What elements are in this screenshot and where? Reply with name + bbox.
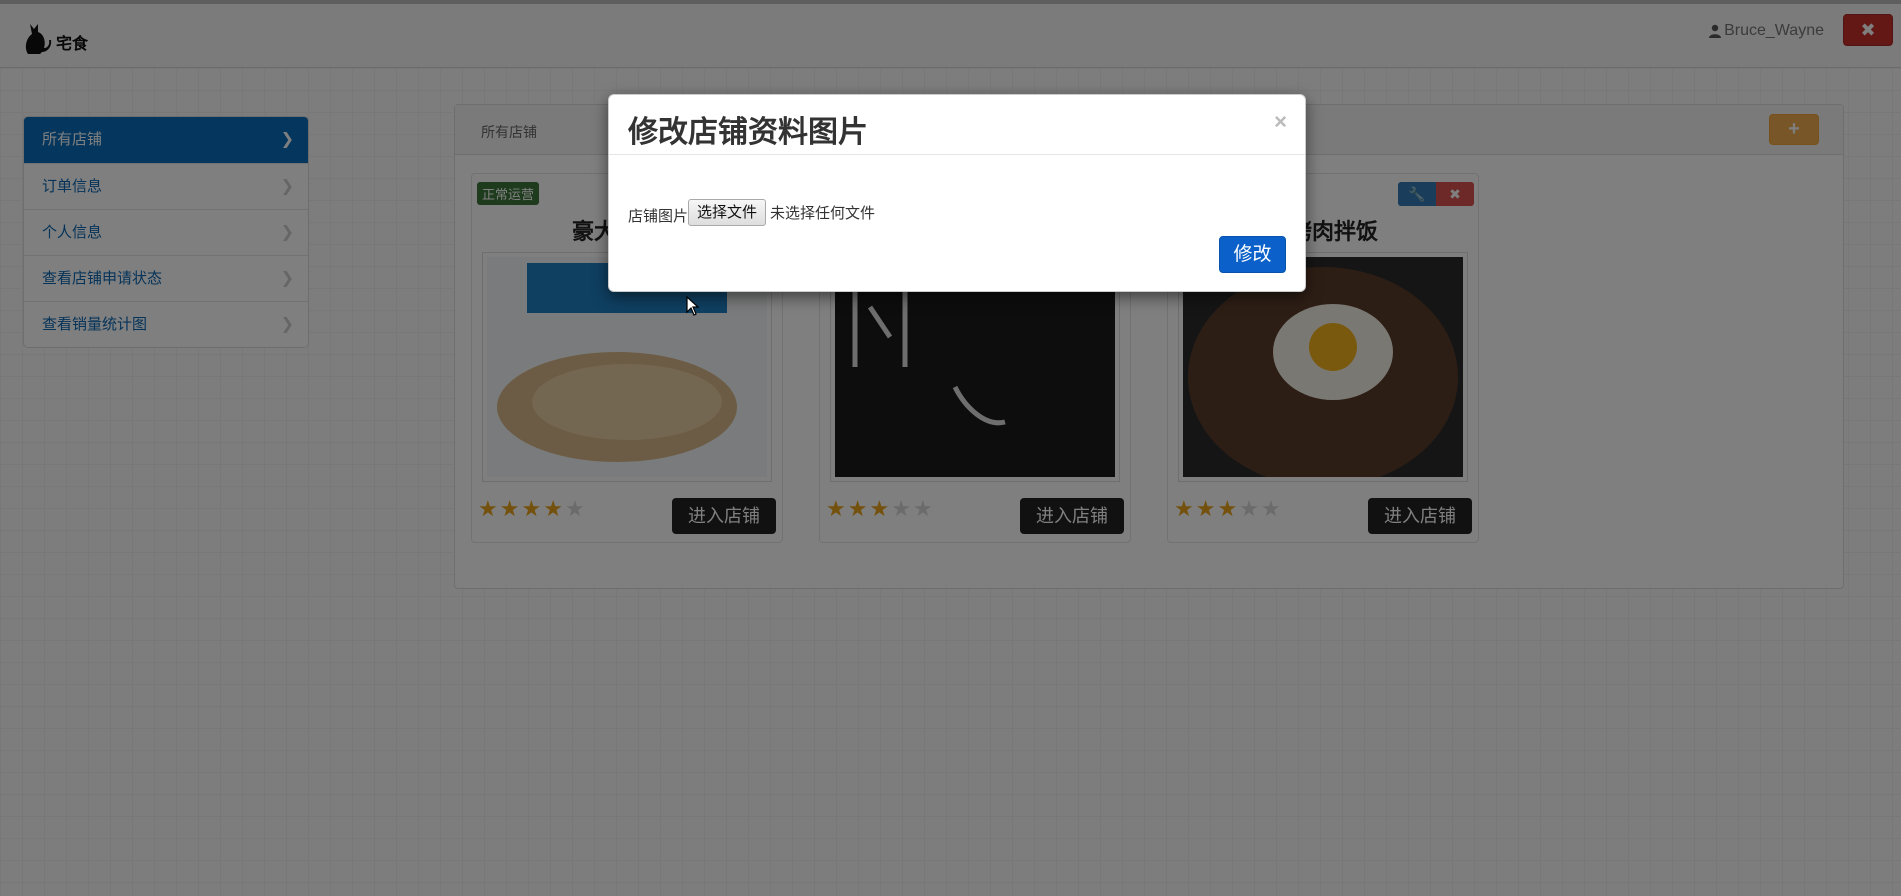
modal-close-button[interactable]: × — [1274, 109, 1287, 135]
modal-title: 修改店铺资料图片 — [628, 116, 868, 149]
file-status-text: 未选择任何文件 — [770, 205, 876, 222]
edit-shop-image-modal: 修改店铺资料图片 × 店铺图片 选择文件 未选择任何文件 修改 — [608, 94, 1306, 292]
modal-header: 修改店铺资料图片 × — [609, 95, 1305, 155]
close-icon: × — [1274, 109, 1287, 134]
shop-image-field: 店铺图片 选择文件 未选择任何文件 — [628, 199, 875, 226]
choose-file-button[interactable]: 选择文件 — [688, 199, 767, 226]
mouse-cursor-icon — [686, 296, 700, 316]
shop-image-label: 店铺图片 — [628, 208, 689, 225]
modify-submit-button[interactable]: 修改 — [1219, 236, 1286, 273]
